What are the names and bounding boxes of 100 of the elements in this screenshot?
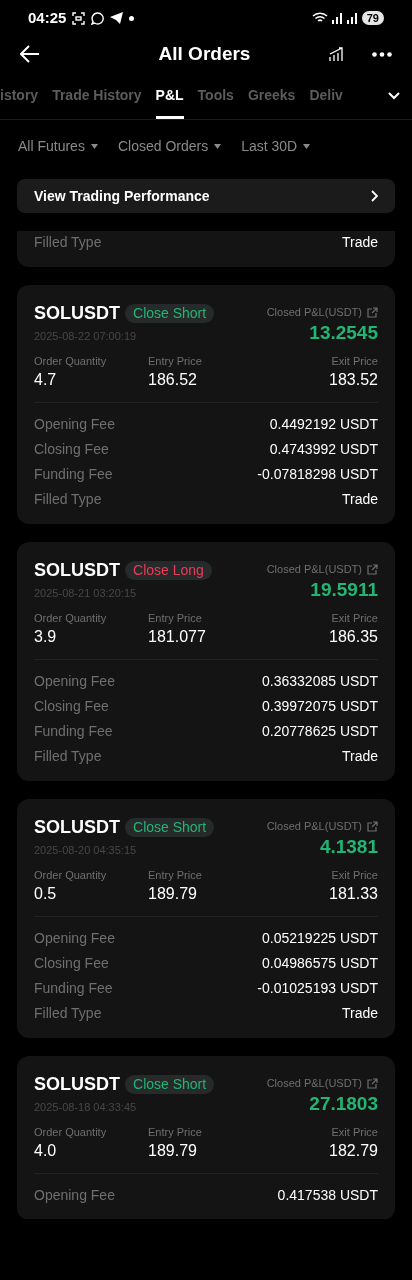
tab[interactable]: istory — [0, 85, 39, 119]
stat-value: 182.79 — [329, 1141, 378, 1161]
fee-label: Closing Fee — [34, 697, 109, 716]
stat-value: 189.79 — [148, 884, 198, 904]
chevron-down-icon[interactable] — [388, 92, 400, 100]
stat-label: Entry Price — [148, 610, 203, 626]
fee-label: Filled Type — [34, 233, 102, 252]
filter-dropdown[interactable]: Closed Orders — [117, 135, 222, 157]
share-icon[interactable] — [367, 563, 378, 575]
caret-icon — [214, 143, 222, 149]
fee-value: 0.04986575 USDT — [262, 954, 378, 973]
chat-icon — [91, 11, 105, 25]
fee-label: Opening Fee — [34, 929, 115, 948]
send-icon — [110, 12, 124, 24]
stat-value: 183.52 — [329, 370, 378, 390]
pnl-label: Closed P&L(USDT) — [266, 305, 362, 320]
stat-value: 181.077 — [148, 627, 207, 647]
more-icon[interactable] — [372, 51, 392, 57]
pnl-value: 13.2545 — [309, 320, 378, 345]
fee-value: -0.07818298 USDT — [257, 465, 378, 484]
fee-label: Filled Type — [34, 1004, 102, 1023]
page-title: All Orders — [158, 41, 251, 66]
stat-label: Order Quantity — [34, 610, 108, 626]
fee-label: Closing Fee — [34, 440, 109, 459]
battery-icon: 79 — [361, 11, 384, 25]
fee-label: Closing Fee — [34, 954, 109, 973]
wifi-icon — [311, 12, 328, 24]
fee-label: Filled Type — [34, 747, 102, 766]
filter-dropdown[interactable]: Last 30D — [241, 135, 311, 157]
stat-label: Entry Price — [148, 353, 203, 369]
signal-icon — [331, 12, 343, 24]
caret-icon — [90, 143, 98, 149]
stat-value: 186.35 — [329, 627, 378, 647]
fee-value: 0.05219225 USDT — [262, 929, 378, 948]
stat-label: Order Quantity — [34, 353, 108, 369]
tab[interactable]: Trade History — [52, 85, 142, 119]
stat-value: 4.7 — [34, 370, 58, 390]
screenshot-icon — [72, 11, 86, 25]
stat-value: 189.79 — [148, 1141, 198, 1161]
stat-label: Exit Price — [331, 610, 378, 626]
stat-value: 181.33 — [329, 884, 378, 904]
chart-icon[interactable] — [329, 46, 346, 62]
fee-label: Funding Fee — [34, 979, 113, 998]
symbol: SOLUSDT — [34, 1073, 120, 1096]
pnl-value: 19.5911 — [310, 577, 378, 602]
pnl-value: 4.1381 — [319, 834, 378, 859]
side-tag: Close Long — [125, 561, 212, 580]
stat-label: Order Quantity — [34, 1124, 108, 1140]
trading-performance-link[interactable]: View Trading Performance — [17, 179, 395, 213]
filter-dropdown[interactable]: All Futures — [18, 135, 98, 157]
fee-value: Trade — [341, 1004, 378, 1023]
fee-value: 0.417538 USDT — [277, 1186, 378, 1205]
signal-icon — [346, 12, 358, 24]
share-icon[interactable] — [367, 306, 378, 318]
fee-value: Trade — [341, 490, 378, 509]
tab[interactable]: Tools — [197, 85, 234, 119]
fee-value: 0.4492192 USDT — [269, 415, 378, 434]
fee-value: -0.01025193 USDT — [257, 979, 378, 998]
stat-label: Exit Price — [331, 867, 378, 883]
side-tag: Close Short — [125, 304, 215, 323]
fee-value: 0.36332085 USDT — [262, 672, 378, 691]
tab[interactable]: Greeks — [247, 85, 296, 119]
stat-label: Order Quantity — [34, 867, 108, 883]
pnl-value: 27.1803 — [309, 1091, 378, 1116]
stat-value: 186.52 — [148, 370, 198, 390]
fee-label: Opening Fee — [34, 415, 115, 434]
side-tag: Close Short — [125, 818, 215, 837]
symbol: SOLUSDT — [34, 302, 120, 325]
status-time: 04:25 — [28, 7, 67, 28]
pnl-label: Closed P&L(USDT) — [266, 1076, 362, 1091]
tab[interactable]: Deliv — [309, 85, 343, 119]
caret-icon — [303, 143, 311, 149]
fee-label: Funding Fee — [34, 465, 113, 484]
stat-value: 4.0 — [34, 1141, 58, 1161]
back-icon[interactable] — [20, 45, 40, 63]
chevron-right-icon — [371, 190, 378, 202]
fee-label: Opening Fee — [34, 1186, 115, 1205]
fee-value: Trade — [341, 747, 378, 766]
share-icon[interactable] — [367, 820, 378, 832]
fee-label: Funding Fee — [34, 722, 113, 741]
stat-label: Exit Price — [331, 1124, 378, 1140]
stat-label: Exit Price — [331, 353, 378, 369]
share-icon[interactable] — [367, 1077, 378, 1089]
stat-value: 0.5 — [34, 884, 58, 904]
fee-value: 0.20778625 USDT — [262, 722, 378, 741]
side-tag: Close Short — [125, 1075, 215, 1094]
fee-value: 0.39972075 USDT — [262, 697, 378, 716]
fee-value: Trade — [341, 233, 378, 252]
tab[interactable]: P&L — [155, 85, 184, 119]
stat-label: Entry Price — [148, 867, 203, 883]
dot-icon — [129, 15, 135, 21]
pnl-label: Closed P&L(USDT) — [266, 562, 362, 577]
fee-label: Filled Type — [34, 490, 102, 509]
stat-label: Entry Price — [148, 1124, 203, 1140]
stat-value: 3.9 — [34, 627, 58, 647]
symbol: SOLUSDT — [34, 816, 120, 839]
pnl-label: Closed P&L(USDT) — [266, 819, 362, 834]
symbol: SOLUSDT — [34, 559, 120, 582]
fee-value: 0.4743992 USDT — [269, 440, 378, 459]
fee-label: Opening Fee — [34, 672, 115, 691]
